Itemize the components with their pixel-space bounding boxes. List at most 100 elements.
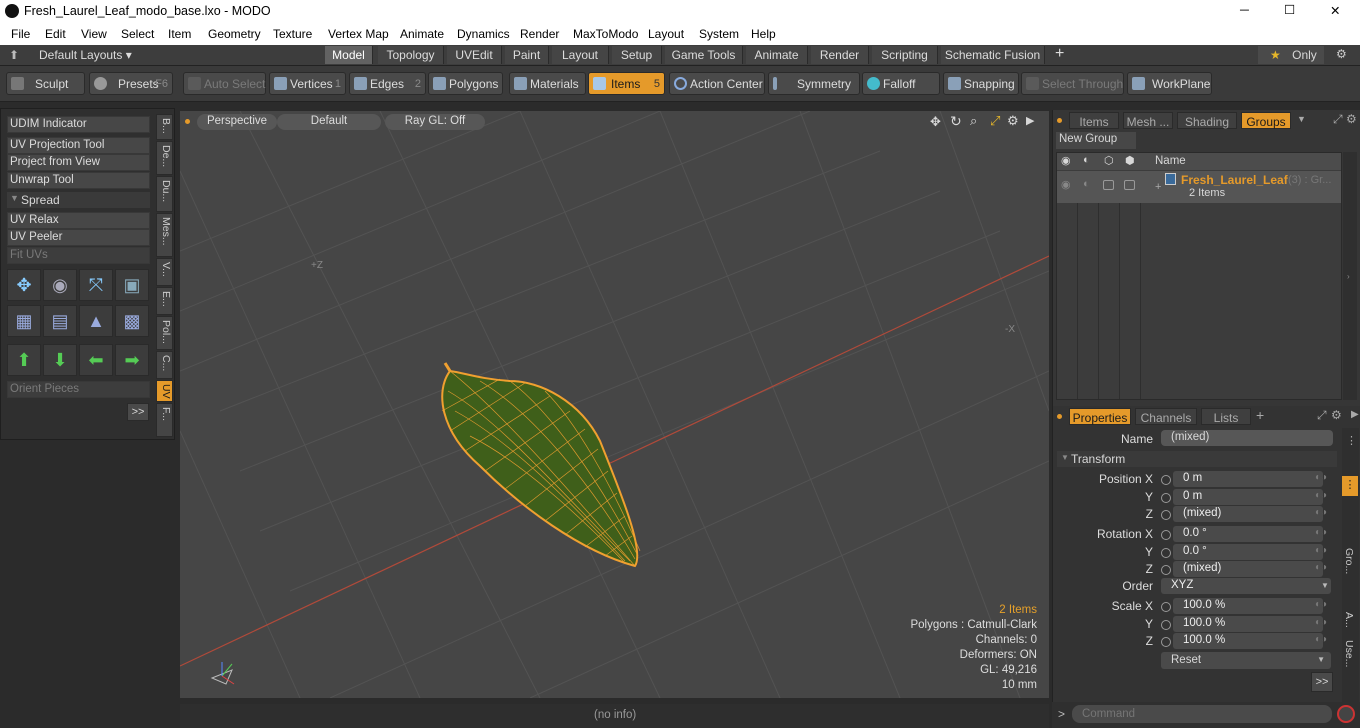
record-icon[interactable] xyxy=(1337,705,1355,723)
row-select-checkbox[interactable] xyxy=(1103,180,1114,190)
add-tab-button[interactable]: + xyxy=(1256,407,1264,423)
vertices-button[interactable]: Vertices 1 xyxy=(269,72,346,95)
layout-toggle-icon[interactable]: ⬆ xyxy=(9,48,19,62)
vtab-du[interactable]: Du... xyxy=(156,176,173,212)
close-button[interactable]: ✕ xyxy=(1330,3,1340,18)
menu-dynamics[interactable]: Dynamics xyxy=(457,27,510,41)
pan-icon[interactable]: ✥ xyxy=(930,114,941,130)
menu-layout[interactable]: Layout xyxy=(648,27,684,41)
channel-dot-icon[interactable] xyxy=(1161,602,1171,612)
side-tab-gro[interactable]: Gro... xyxy=(1343,548,1355,574)
uv-triangle-icon[interactable]: ▲ xyxy=(79,305,113,337)
uv-relax-button[interactable]: UV Relax xyxy=(7,212,150,229)
lock-icon[interactable]: ◐ xyxy=(1083,154,1090,166)
keyframe-icon[interactable]: ◐◑ xyxy=(1315,617,1327,628)
channel-dot-icon[interactable] xyxy=(1161,475,1171,485)
snapping-button[interactable]: Snapping xyxy=(943,72,1019,95)
row-lock-icon[interactable]: ◐ xyxy=(1083,178,1090,190)
property-field[interactable]: 100.0 % xyxy=(1173,616,1323,632)
side-tab-use[interactable]: Use... xyxy=(1343,640,1355,667)
property-field[interactable]: 100.0 % xyxy=(1173,633,1323,649)
tabs-dropdown-icon[interactable]: ▼ xyxy=(1297,114,1306,124)
select-through-button[interactable]: Select Through xyxy=(1021,72,1124,95)
menu-edit[interactable]: Edit xyxy=(45,27,66,41)
3d-viewport[interactable]: Perspective Default Ray GL: Off ✥ ↻ ⌕ ⤢ … xyxy=(180,111,1049,698)
uv-box-icon[interactable]: ▩ xyxy=(115,305,149,337)
vtab-c[interactable]: C... xyxy=(156,351,173,379)
tab-uvedit[interactable]: UVEdit xyxy=(447,46,502,64)
zoom-icon[interactable]: ⌕ xyxy=(970,113,977,129)
property-field[interactable]: 0 m xyxy=(1173,471,1323,487)
raygl-button[interactable]: Ray GL: Off xyxy=(385,114,485,130)
spread-section[interactable]: ▼ Spread xyxy=(7,192,150,208)
fit-icon[interactable]: ⤢ xyxy=(990,113,1000,129)
transform-section[interactable]: ▼ Transform xyxy=(1057,451,1337,467)
tab-items[interactable]: Items xyxy=(1069,112,1119,129)
items-button[interactable]: Items 5 xyxy=(588,72,665,95)
tab-schematic-fusion[interactable]: Schematic Fusion xyxy=(941,46,1045,64)
tab-lists[interactable]: Lists xyxy=(1201,408,1251,425)
tab-animate[interactable]: Animate xyxy=(746,46,808,64)
channel-dot-icon[interactable] xyxy=(1161,530,1171,540)
side-tab-a[interactable]: A... xyxy=(1343,612,1355,628)
groups-scrollbar[interactable]: › xyxy=(1343,152,1357,400)
vtab-mes[interactable]: Mes... xyxy=(156,213,173,257)
vtab-f[interactable]: F... xyxy=(156,403,173,437)
tab-mesh[interactable]: Mesh ... xyxy=(1123,112,1173,129)
panel-more-icon[interactable]: ▶ xyxy=(1351,409,1359,420)
property-field[interactable]: 0.0 ° xyxy=(1173,544,1323,560)
keyframe-icon[interactable]: ◐◑ xyxy=(1315,562,1327,573)
new-group-button[interactable]: New Group xyxy=(1056,132,1136,149)
minimize-button[interactable]: ─ xyxy=(1240,3,1249,17)
expand-plus-icon[interactable]: + xyxy=(1155,181,1161,193)
row-render-checkbox[interactable] xyxy=(1124,180,1135,190)
menu-vertex-map[interactable]: Vertex Map xyxy=(328,27,389,41)
tab-layout[interactable]: Layout xyxy=(552,46,609,64)
sculpt-button[interactable]: Sculpt xyxy=(6,72,85,95)
expand-icon[interactable]: ⤢ xyxy=(1333,112,1343,127)
channel-dot-icon[interactable] xyxy=(1161,637,1171,647)
align-up-icon[interactable]: ⬆ xyxy=(7,344,41,376)
keyframe-icon[interactable]: ◐◑ xyxy=(1315,634,1327,645)
tab-channels[interactable]: Channels xyxy=(1135,408,1197,425)
tab-scripting[interactable]: Scripting xyxy=(872,46,938,64)
channel-dot-icon[interactable] xyxy=(1161,493,1171,503)
project-from-view-button[interactable]: Project from View xyxy=(7,154,150,171)
channel-dot-icon[interactable] xyxy=(1161,510,1171,520)
edges-button[interactable]: Edges 2 xyxy=(349,72,426,95)
keyframe-icon[interactable]: ◐◑ xyxy=(1315,490,1327,501)
tab-render[interactable]: Render xyxy=(811,46,869,64)
tab-groups[interactable]: Groups xyxy=(1241,112,1291,129)
vtab-de[interactable]: De... xyxy=(156,141,173,175)
name-field[interactable]: (mixed) xyxy=(1161,430,1333,446)
fit-uvs-button[interactable]: Fit UVs xyxy=(7,247,150,264)
viewport-gear-icon[interactable]: ⚙ xyxy=(1007,113,1019,129)
panel-gear-icon[interactable]: ⚙ xyxy=(1346,112,1357,126)
menu-animate[interactable]: Animate xyxy=(400,27,444,41)
vtab-uv[interactable]: UV xyxy=(156,380,173,402)
menu-file[interactable]: File xyxy=(11,27,30,41)
align-down-icon[interactable]: ⬇ xyxy=(43,344,77,376)
table-row[interactable]: ◉ ◐ + Fresh_Laurel_Leaf (3) : Gr... 2 It… xyxy=(1057,171,1341,203)
presets-button[interactable]: Presets F6 xyxy=(89,72,173,95)
workplane-button[interactable]: WorkPlane xyxy=(1127,72,1212,95)
property-field[interactable]: (mixed) xyxy=(1173,506,1323,522)
menu-texture[interactable]: Texture xyxy=(273,27,312,41)
uv-wrap-icon[interactable]: ▦ xyxy=(7,305,41,337)
properties-more-button[interactable]: >> xyxy=(1311,672,1333,692)
vtab-b[interactable]: B... xyxy=(156,114,173,140)
cube-icon[interactable]: ⬡ xyxy=(1104,154,1114,167)
uv-grid-icon[interactable]: ▤ xyxy=(43,305,77,337)
uv-peeler-button[interactable]: UV Peeler xyxy=(7,229,150,246)
polygons-button[interactable]: Polygons xyxy=(428,72,503,95)
vtab-pol[interactable]: Pol... xyxy=(156,316,173,350)
command-input[interactable] xyxy=(1072,705,1332,723)
more-tools-button[interactable]: >> xyxy=(127,403,149,421)
channel-dot-icon[interactable] xyxy=(1161,548,1171,558)
channel-dot-icon[interactable] xyxy=(1161,565,1171,575)
tab-paint[interactable]: Paint xyxy=(505,46,549,64)
shading-default-button[interactable]: Default xyxy=(277,114,381,130)
menu-render[interactable]: Render xyxy=(520,27,559,41)
side-tab-active-icon[interactable]: ⋮ xyxy=(1342,476,1358,496)
reset-dropdown[interactable]: Reset ▼ xyxy=(1161,652,1331,669)
